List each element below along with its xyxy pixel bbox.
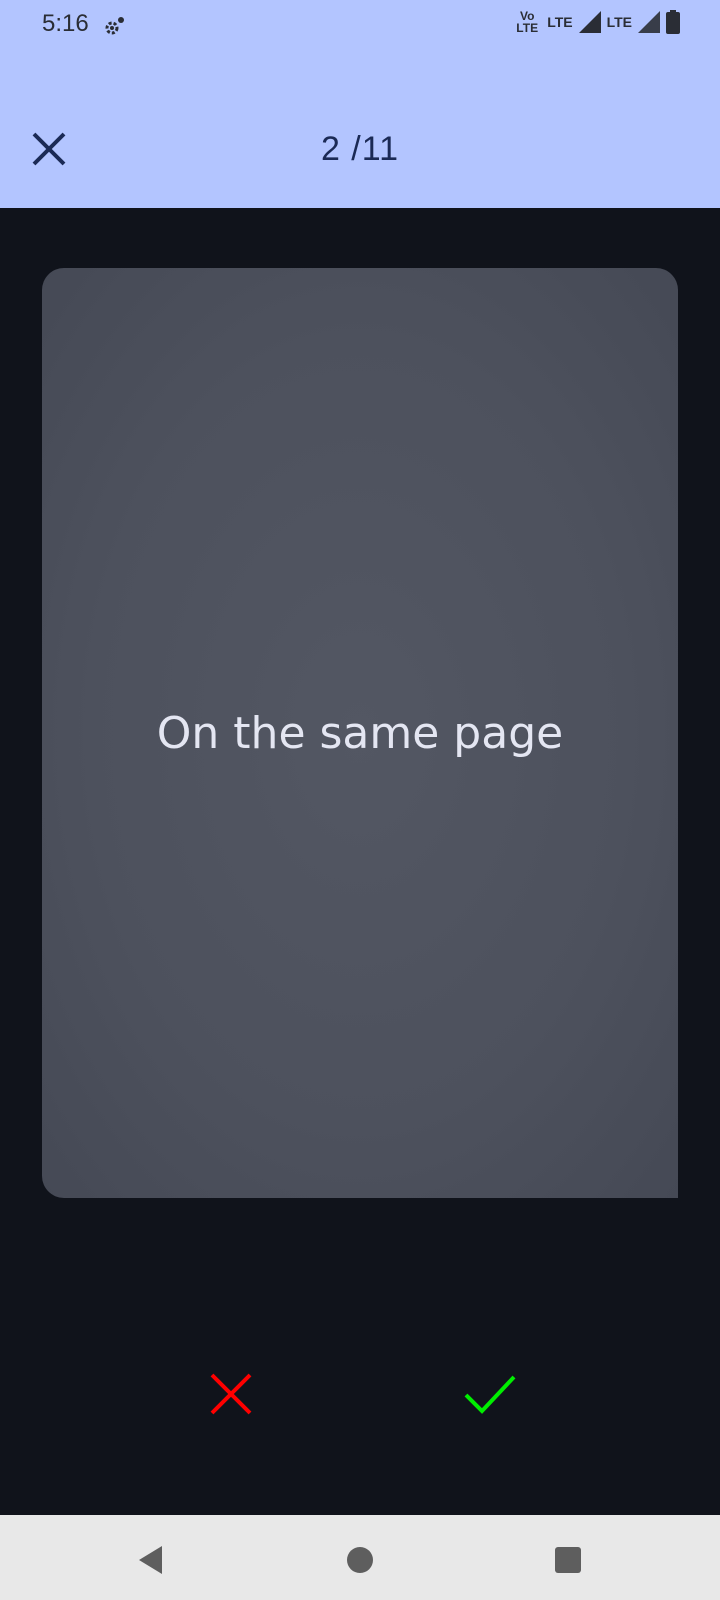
- lte-label-2: LTE: [606, 14, 632, 30]
- correct-button[interactable]: [450, 1354, 530, 1434]
- top-app-bar: 5:16 Vo LTE LTE LTE 2 /11: [0, 0, 720, 208]
- home-circle-icon: [347, 1547, 373, 1573]
- nav-back-button[interactable]: [126, 1535, 176, 1585]
- check-icon: [464, 1375, 516, 1414]
- settings-gear-icon: [105, 17, 124, 35]
- system-nav-bar: [0, 1515, 720, 1600]
- recents-square-icon: [555, 1547, 581, 1573]
- signal-icon-2: [638, 11, 660, 33]
- cross-icon: [210, 1373, 252, 1415]
- flashcard-text: On the same page: [156, 707, 564, 759]
- flashcard-screen: 5:16 Vo LTE LTE LTE 2 /11 On the same pa…: [0, 0, 720, 1600]
- nav-home-button[interactable]: [335, 1535, 385, 1585]
- lte-label-1: LTE: [547, 14, 573, 30]
- status-indicators: Vo LTE LTE LTE: [513, 10, 680, 34]
- wrong-button[interactable]: [191, 1354, 271, 1434]
- card-counter: 2 /11: [320, 130, 400, 168]
- status-time: 5:16: [42, 10, 89, 37]
- back-triangle-icon: [139, 1546, 162, 1574]
- nav-recents-button[interactable]: [543, 1535, 593, 1585]
- battery-icon: [666, 10, 680, 34]
- flashcard[interactable]: On the same page: [42, 268, 678, 1198]
- signal-icon: [578, 11, 601, 33]
- volte-bottom-label: LTE: [516, 21, 539, 35]
- volte-indicator: Vo LTE: [513, 10, 541, 34]
